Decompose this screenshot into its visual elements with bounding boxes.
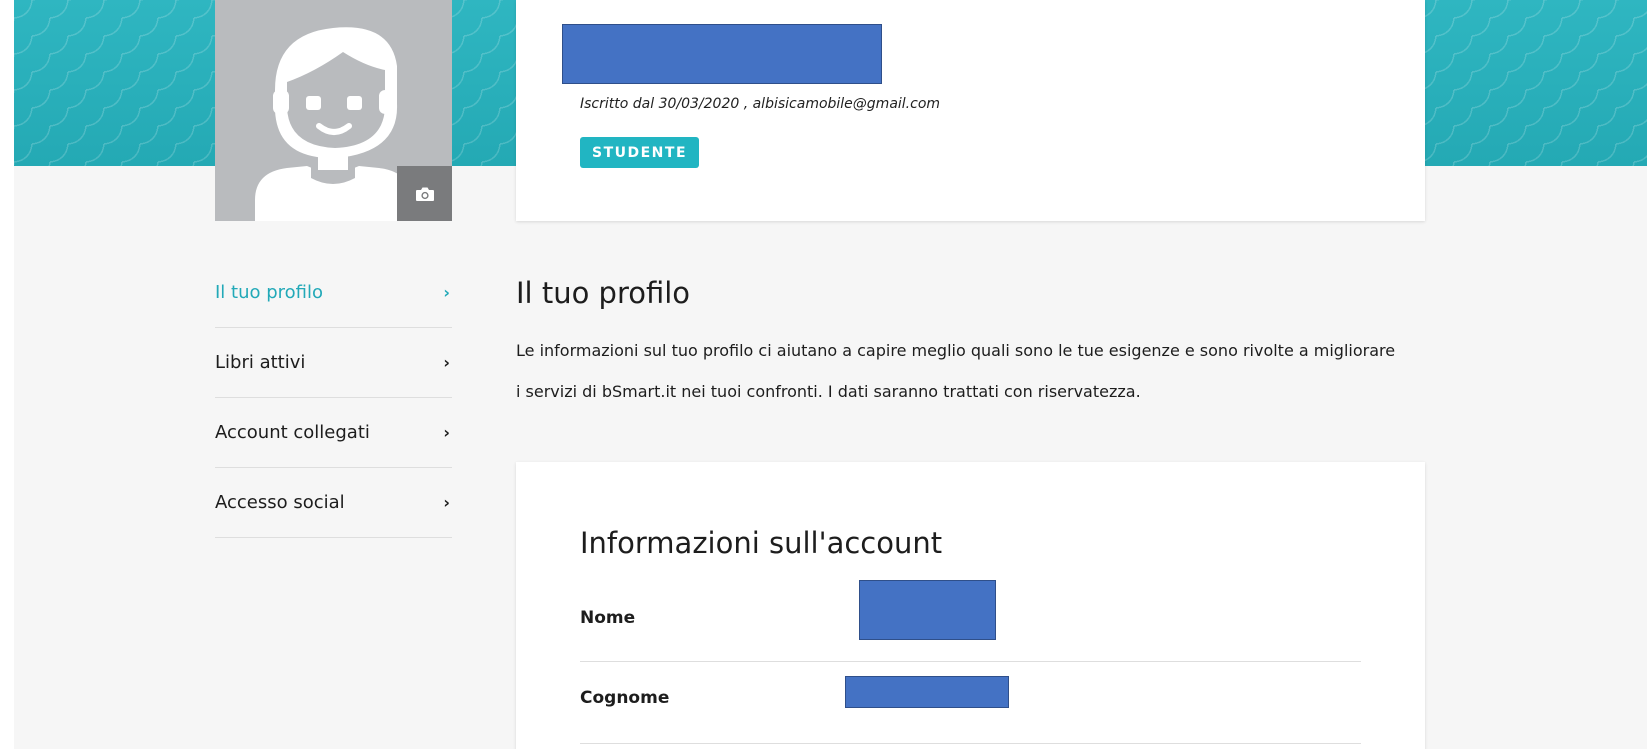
redacted-user-name xyxy=(562,24,882,84)
camera-icon xyxy=(415,187,434,201)
redacted-first-name xyxy=(859,580,996,640)
change-photo-button[interactable] xyxy=(397,166,452,221)
sidebar-item-libri-attivi[interactable]: Libri attivi › xyxy=(215,328,452,398)
sidebar-item-accesso-social[interactable]: Accesso social › xyxy=(215,468,452,538)
chevron-right-icon: › xyxy=(443,353,450,372)
profile-header-card: Iscritto dal 30/03/2020 , albisicamobile… xyxy=(516,0,1425,221)
redacted-last-name xyxy=(845,676,1009,708)
sidebar-item-label: Il tuo profilo xyxy=(215,282,324,303)
field-label: Nome xyxy=(580,608,636,628)
chevron-right-icon: › xyxy=(443,283,450,302)
sidebar-item-label: Libri attivi xyxy=(215,352,306,373)
sidebar-item-il-tuo-profilo[interactable]: Il tuo profilo › xyxy=(215,258,452,328)
account-info-card: Informazioni sull'account Nome Cognome xyxy=(516,462,1425,749)
avatar[interactable] xyxy=(215,0,452,221)
sidebar-item-label: Accesso social xyxy=(215,492,345,513)
chevron-right-icon: › xyxy=(443,493,450,512)
sidebar-item-account-collegati[interactable]: Account collegati › xyxy=(215,398,452,468)
profile-description: Le informazioni sul tuo profilo ci aiuta… xyxy=(516,341,1396,401)
profile-page: Iscritto dal 30/03/2020 , albisicamobile… xyxy=(14,0,1647,749)
page-title: Il tuo profilo xyxy=(516,276,691,310)
profile-sidebar: Il tuo profilo › Libri attivi › Account … xyxy=(215,258,452,538)
field-label: Cognome xyxy=(580,688,670,708)
role-badge: STUDENTE xyxy=(580,137,700,168)
field-row-cognome: Cognome xyxy=(580,662,1361,744)
membership-info: Iscritto dal 30/03/2020 , albisicamobile… xyxy=(580,96,941,112)
account-section-title: Informazioni sull'account xyxy=(580,526,943,560)
chevron-right-icon: › xyxy=(443,423,450,442)
field-row-nome: Nome xyxy=(580,580,1361,662)
sidebar-item-label: Account collegati xyxy=(215,422,370,443)
